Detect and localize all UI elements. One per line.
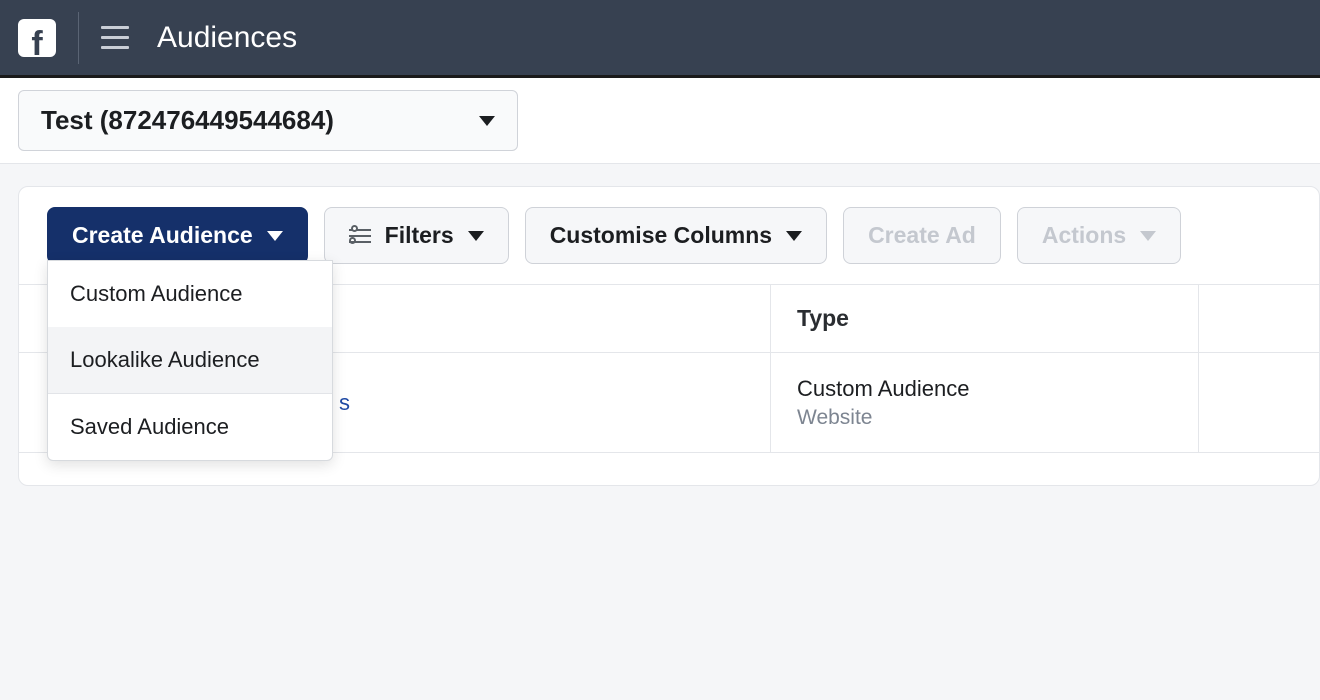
create-ad-button[interactable]: Create Ad [843, 207, 1001, 264]
toolbar: Create Audience Custom Audience Lookalik… [19, 207, 1319, 284]
cell-type: Custom Audience Website [771, 353, 1199, 453]
filters-button[interactable]: Filters [324, 207, 509, 264]
type-subvalue: Website [797, 406, 1172, 430]
column-header-type[interactable]: Type [771, 285, 1199, 353]
account-bar: Test (872476449544684) [0, 78, 1320, 164]
create-audience-menu: Custom Audience Lookalike Audience Saved… [47, 260, 333, 461]
actions-button[interactable]: Actions [1017, 207, 1181, 264]
chevron-down-icon [479, 116, 495, 126]
account-selector[interactable]: Test (872476449544684) [18, 90, 518, 151]
customise-columns-label: Customise Columns [550, 222, 772, 249]
actions-label: Actions [1042, 222, 1126, 249]
create-ad-label: Create Ad [868, 222, 976, 249]
chevron-down-icon [468, 231, 484, 241]
create-audience-button[interactable]: Create Audience [47, 207, 308, 264]
customise-columns-button[interactable]: Customise Columns [525, 207, 827, 264]
account-label: Test (872476449544684) [41, 105, 334, 136]
facebook-logo-icon[interactable]: f [18, 19, 56, 57]
column-header-empty [1199, 285, 1319, 353]
page-title: Audiences [157, 21, 297, 55]
filters-label: Filters [385, 222, 454, 249]
chevron-down-icon [267, 231, 283, 241]
chevron-down-icon [786, 231, 802, 241]
menu-item-lookalike-audience[interactable]: Lookalike Audience [48, 327, 332, 393]
type-value: Custom Audience [797, 376, 1172, 402]
divider [78, 12, 79, 64]
create-audience-label: Create Audience [72, 222, 253, 249]
top-bar: f Audiences [0, 0, 1320, 78]
create-audience-area: Create Audience Custom Audience Lookalik… [47, 207, 308, 264]
menu-item-custom-audience[interactable]: Custom Audience [48, 261, 332, 327]
cell-empty [1199, 353, 1319, 453]
chevron-down-icon [1140, 231, 1156, 241]
content-area: Create Audience Custom Audience Lookalik… [0, 164, 1320, 486]
audience-name-link[interactable]: s [339, 390, 744, 416]
sliders-icon [349, 227, 371, 245]
menu-item-saved-audience[interactable]: Saved Audience [48, 394, 332, 460]
audiences-panel: Create Audience Custom Audience Lookalik… [18, 186, 1320, 486]
hamburger-menu-icon[interactable] [101, 26, 129, 49]
